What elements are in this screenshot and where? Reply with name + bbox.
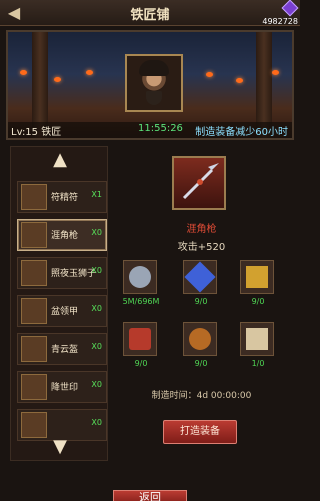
list-item-name: 盆领甲 xyxy=(51,307,79,317)
portrait-hair xyxy=(139,60,169,76)
lion-mount-icon xyxy=(21,260,47,286)
material-slot[interactable]: 9/0 xyxy=(183,260,217,306)
timer-text: 11:55:26 xyxy=(138,123,183,134)
lantern-icon xyxy=(206,72,213,77)
list-item-name: 符精符 xyxy=(51,193,79,203)
helmet-icon xyxy=(21,336,47,362)
scroll-icon xyxy=(246,328,268,350)
list-item[interactable]: 盆领甲 X0 xyxy=(17,295,107,327)
portrait-beard xyxy=(146,91,162,105)
material-slot[interactable]: 5M/696M xyxy=(123,260,159,306)
list-item-count: X0 xyxy=(91,380,102,389)
blacksmith-banner: Lv:15 铁匠 11:55:26 制造装备减少60小时 xyxy=(6,30,294,140)
list-item-count: X0 xyxy=(91,418,102,427)
list-item-count: X0 xyxy=(91,304,102,313)
banner-info-bar: Lv:15 铁匠 11:55:26 制造装备减少60小时 xyxy=(8,122,292,138)
scroll-down-button[interactable]: ▼ xyxy=(49,436,71,458)
list-item-name: 青云盔 xyxy=(51,345,79,355)
blacksmith-portrait xyxy=(125,54,183,112)
gold-ingot-icon xyxy=(246,266,268,288)
currency-value: 4982728 xyxy=(262,17,298,26)
list-item-count: X0 xyxy=(91,342,102,351)
list-item-selected[interactable]: 涯角枪 X0 xyxy=(17,219,107,251)
equipment-detail-panel: 涯角枪 攻击+520 5M/696M 9/0 9/0 9/0 9/0 1/0 制… xyxy=(113,146,290,461)
list-item-count: X0 xyxy=(91,228,102,237)
list-item[interactable]: 降世印 X0 xyxy=(17,371,107,403)
make-equipment-button[interactable]: 打造装备 xyxy=(163,420,237,444)
rune-icon xyxy=(21,184,47,210)
material-slot[interactable]: 9/0 xyxy=(240,260,274,306)
list-item-name: 降世印 xyxy=(51,383,79,393)
seal-icon xyxy=(21,374,47,400)
red-log-icon xyxy=(129,328,151,350)
reduce-text: 制造装备减少60小时 xyxy=(195,127,288,138)
lantern-icon xyxy=(54,77,61,82)
main-equipment-slot[interactable] xyxy=(172,156,226,210)
material-label: 9/0 xyxy=(194,359,208,368)
lantern-icon xyxy=(272,70,279,75)
list-item[interactable]: 符精符 X1 xyxy=(17,181,107,213)
crystal-icon xyxy=(184,261,216,293)
back-button[interactable]: 返回 xyxy=(113,490,187,501)
lantern-icon xyxy=(20,70,27,75)
equipment-stat: 攻击+520 xyxy=(177,242,226,253)
equipment-name: 涯角枪 xyxy=(186,224,217,235)
material-label: 9/0 xyxy=(134,359,148,368)
material-label: 9/0 xyxy=(194,297,208,306)
level-text: Lv:15 铁匠 xyxy=(11,127,62,138)
make-time-text: 制造时间：4d 00:00:00 xyxy=(151,391,252,401)
list-item-count: X0 xyxy=(91,266,102,275)
currency-box: 4982728 xyxy=(262,0,299,26)
page-title: 铁匠铺 xyxy=(130,8,170,23)
material-label: 9/0 xyxy=(251,297,265,306)
material-label: 5M/696M xyxy=(122,297,160,306)
item-icon xyxy=(21,412,47,438)
equipment-list-panel: ▲ 符精符 X1 涯角枪 X0 照夜玉狮子 X0 盆领甲 X0 青云盔 X0 降… xyxy=(10,146,108,461)
list-item-name: 照夜玉狮子 xyxy=(51,269,97,279)
material-label: 1/0 xyxy=(251,359,265,368)
spear-icon xyxy=(21,222,47,248)
armor-icon xyxy=(21,298,47,324)
list-item[interactable]: 青云盔 X0 xyxy=(17,333,107,365)
top-bar: ◀ 铁匠铺 4982728 xyxy=(0,0,300,26)
feather-icon xyxy=(189,328,211,350)
list-item-count: X1 xyxy=(91,190,102,199)
material-slot[interactable]: 9/0 xyxy=(183,322,217,368)
list-item-name: 涯角枪 xyxy=(51,231,79,241)
list-item[interactable]: 照夜玉狮子 X0 xyxy=(17,257,107,289)
material-slot[interactable]: 9/0 xyxy=(123,322,157,368)
silver-coin-icon xyxy=(129,266,151,288)
scroll-up-button[interactable]: ▲ xyxy=(49,149,71,171)
lantern-icon xyxy=(236,78,243,83)
gem-icon xyxy=(281,0,299,17)
spear-icon xyxy=(182,163,219,200)
lantern-icon xyxy=(86,70,93,75)
material-slot[interactable]: 1/0 xyxy=(240,322,274,368)
